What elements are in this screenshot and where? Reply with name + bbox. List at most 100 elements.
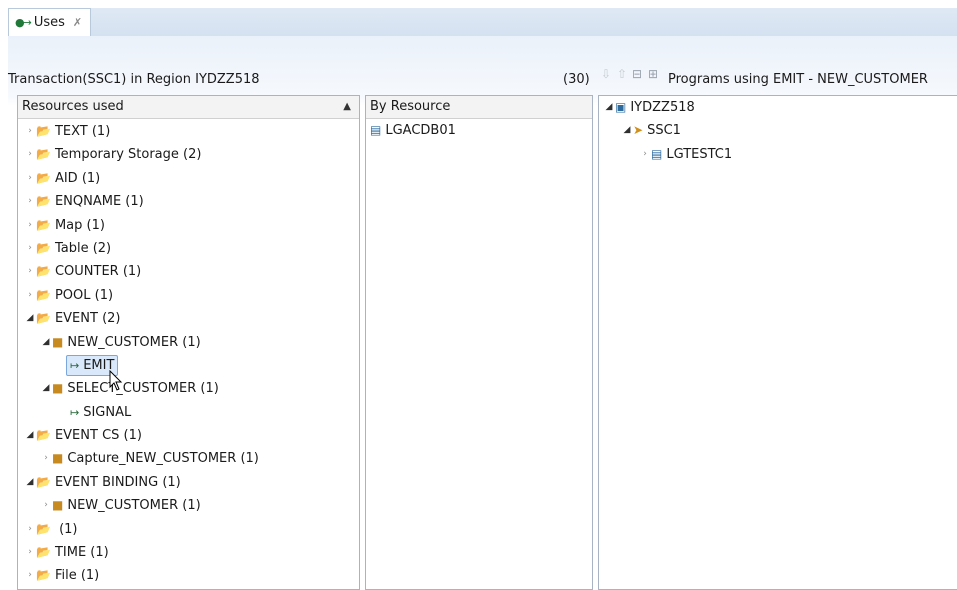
chevron-right-icon[interactable]: › <box>24 167 36 190</box>
folder-icon: 📂 <box>36 311 51 326</box>
chevron-right-icon[interactable]: › <box>40 494 52 517</box>
tree-item-label: File (1) <box>54 568 100 584</box>
chevron-down-icon[interactable]: ◢ <box>24 471 36 494</box>
tree-item-aid[interactable]: › 📂 AID (1) <box>18 167 359 190</box>
tree-item-temporary-storage[interactable]: › 📂 Temporary Storage (2) <box>18 143 359 166</box>
by-resource-panel: By Resource ▤ LGACDB01 <box>365 95 593 590</box>
tree-item-file[interactable]: › 📂 File (1) <box>18 564 359 587</box>
chevron-right-icon[interactable]: › <box>24 143 36 166</box>
capture-spec-icon: ■ <box>52 451 64 466</box>
tree-item-label: ENQNAME (1) <box>54 194 144 210</box>
tree-item-program[interactable]: › ▤ LGTESTC1 <box>599 143 957 166</box>
tree-item-label: SIGNAL <box>83 404 132 420</box>
chevron-right-icon[interactable]: › <box>24 284 36 307</box>
chevron-down-icon[interactable]: ◢ <box>40 377 52 400</box>
by-resource-header[interactable]: By Resource <box>366 96 592 119</box>
vertical-scrollbar[interactable]: ▲ −−− ▼ <box>359 118 360 589</box>
programs-title: Programs using EMIT - NEW_CUSTOMER <box>668 72 928 87</box>
chevron-right-icon[interactable]: › <box>24 260 36 283</box>
tree-item-label: IYDZZ518 <box>630 100 695 115</box>
chevron-right-icon[interactable]: › <box>24 541 36 564</box>
resources-used-panel: Resources used ▲ › 📂 TEXT (1) › 📂 Tempor… <box>17 95 360 590</box>
tree-item-label: Capture_NEW_CUSTOMER (1) <box>67 451 259 467</box>
signal-icon: ↦ <box>70 405 80 419</box>
tree-item-label: COUNTER (1) <box>54 264 142 280</box>
event-icon: ■ <box>52 381 64 396</box>
tree-item-label: EVENT (2) <box>54 311 121 327</box>
tree-item-counter[interactable]: › 📂 COUNTER (1) <box>18 260 359 283</box>
tree-item-label: Map (1) <box>54 217 105 233</box>
chevron-down-icon[interactable]: ◢ <box>603 96 615 119</box>
list-item-lgacdb01[interactable]: ▤ LGACDB01 <box>366 119 592 142</box>
tree-item-label: TIME (1) <box>54 545 109 561</box>
tree-item-label: EVENT CS (1) <box>54 428 142 444</box>
arrow-down-icon[interactable]: ⇩ <box>601 67 611 81</box>
tree-item-emit[interactable]: ↦ EMIT <box>18 354 359 377</box>
collapse-all-icon[interactable]: ⊟ <box>632 67 642 81</box>
tree-item-event-new-customer[interactable]: ◢ ■ NEW_CUSTOMER (1) <box>18 331 359 354</box>
chevron-down-icon[interactable]: ◢ <box>24 307 36 330</box>
folder-icon: 📂 <box>36 194 51 209</box>
tree-item-text[interactable]: › 📂 TEXT (1) <box>18 120 359 143</box>
folder-icon: 📂 <box>36 217 51 232</box>
folder-icon: 📂 <box>36 521 51 536</box>
header-label: By Resource <box>370 99 451 114</box>
close-icon[interactable]: ✗ <box>73 16 82 29</box>
tree-item-signal[interactable]: ↦ SIGNAL <box>18 401 359 424</box>
chevron-right-icon[interactable]: › <box>24 237 36 260</box>
resources-used-header[interactable]: Resources used ▲ <box>18 96 359 119</box>
resources-tree: › 📂 TEXT (1) › 📂 Temporary Storage (2) ›… <box>18 119 359 588</box>
tree-item-map[interactable]: › 📂 Map (1) <box>18 214 359 237</box>
sort-up-icon[interactable]: ▲ <box>343 96 351 118</box>
event-binding-icon: ■ <box>52 498 64 513</box>
context-title: Transaction(SSC1) in Region IYDZZ518 <box>8 72 260 87</box>
tree-item-time[interactable]: › 📂 TIME (1) <box>18 541 359 564</box>
chevron-right-icon[interactable]: › <box>24 518 36 541</box>
tree-item-event[interactable]: ◢ 📂 EVENT (2) <box>18 307 359 330</box>
tree-item-label: Table (2) <box>54 240 112 256</box>
tree-item-binding-new-customer[interactable]: › ■ NEW_CUSTOMER (1) <box>18 494 359 517</box>
programs-panel: ◢ ▣ IYDZZ518 ◢ ➤ SSC1 › ▤ LGTESTC1 <box>598 95 957 590</box>
program-icon: ▤ <box>651 146 663 161</box>
tree-item-unnamed[interactable]: › 📂 (1) <box>18 518 359 541</box>
chevron-right-icon[interactable]: › <box>24 564 36 587</box>
chevron-right-icon[interactable]: › <box>24 190 36 213</box>
chevron-down-icon[interactable]: ◢ <box>621 119 633 142</box>
folder-icon: 📂 <box>36 240 51 255</box>
tree-item-capture-new-customer[interactable]: › ■ Capture_NEW_CUSTOMER (1) <box>18 447 359 470</box>
event-icon: ■ <box>52 334 64 349</box>
emit-icon: ↦ <box>70 358 80 372</box>
tree-item-label: POOL (1) <box>54 287 114 303</box>
tree-item-label: SELECT_CUSTOMER (1) <box>67 381 219 397</box>
arrow-up-icon[interactable]: ⇧ <box>617 67 627 81</box>
folder-icon: 📂 <box>36 568 51 583</box>
folder-icon: 📂 <box>36 147 51 162</box>
resource-count: (30) <box>563 72 590 87</box>
tree-item-event-binding[interactable]: ◢ 📂 EVENT BINDING (1) <box>18 471 359 494</box>
tree-item-pool[interactable]: › 📂 POOL (1) <box>18 284 359 307</box>
folder-icon: 📂 <box>36 287 51 302</box>
tree-item-table[interactable]: › 📂 Table (2) <box>18 237 359 260</box>
tree-item-label: (1) <box>54 521 78 537</box>
tree-item-event-cs[interactable]: ◢ 📂 EVENT CS (1) <box>18 424 359 447</box>
region-icon: ▣ <box>615 100 627 114</box>
tab-uses[interactable]: ●→ Uses ✗ <box>8 8 92 36</box>
chevron-right-icon[interactable]: › <box>40 447 52 470</box>
cursor-icon <box>109 370 123 391</box>
view-tab-bar: ●→ Uses ✗ <box>8 8 957 37</box>
uses-view-icon: ●→ <box>15 16 32 29</box>
tree-item-enqname[interactable]: › 📂 ENQNAME (1) <box>18 190 359 213</box>
folder-icon: 📂 <box>36 428 51 443</box>
tree-item-transaction[interactable]: ◢ ➤ SSC1 <box>599 119 957 142</box>
chevron-right-icon[interactable]: › <box>639 143 651 166</box>
chevron-down-icon[interactable]: ◢ <box>24 424 36 447</box>
tree-item-region[interactable]: ◢ ▣ IYDZZ518 <box>599 96 957 119</box>
tree-item-label: NEW_CUSTOMER (1) <box>67 334 201 350</box>
tree-item-event-select-customer[interactable]: ◢ ■ SELECT_CUSTOMER (1) <box>18 377 359 400</box>
tree-item-label: EVENT BINDING (1) <box>54 474 181 490</box>
chevron-right-icon[interactable]: › <box>24 214 36 237</box>
chevron-right-icon[interactable]: › <box>24 120 36 143</box>
tree-item-label: NEW_CUSTOMER (1) <box>67 498 201 514</box>
chevron-down-icon[interactable]: ◢ <box>40 331 52 354</box>
expand-all-icon[interactable]: ⊞ <box>648 67 658 81</box>
